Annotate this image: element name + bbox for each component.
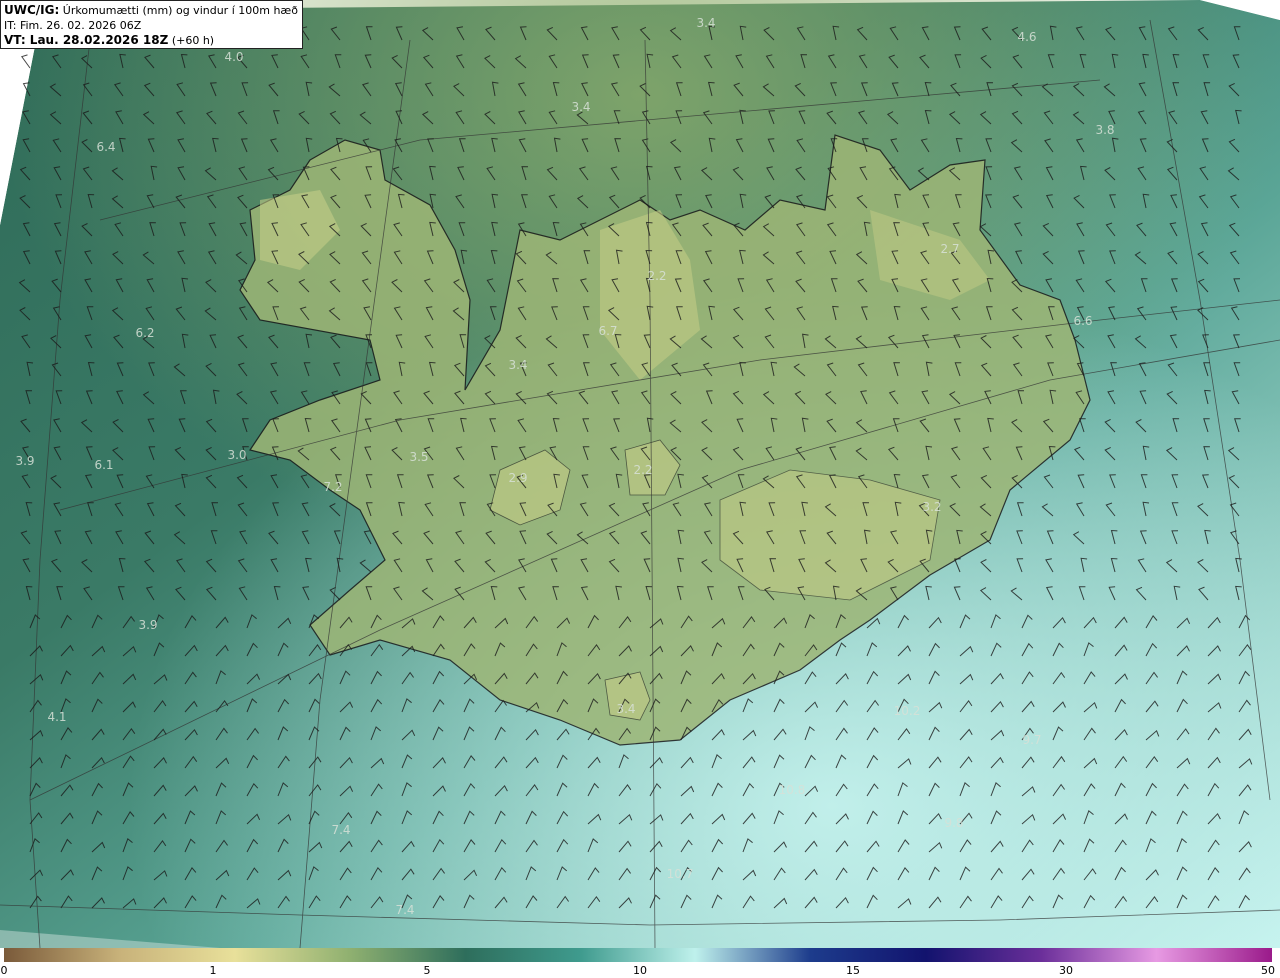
precip-value-label: 2.9: [508, 471, 528, 485]
colorbar-tick-label: 5: [423, 964, 431, 977]
precip-value-label: 3.2: [922, 500, 942, 514]
precip-value-label: 2.2: [647, 269, 667, 283]
precip-value-label: 6.7: [598, 324, 618, 338]
precip-value-label: 4.6: [1017, 30, 1037, 44]
product-label: UWC/IG:: [4, 3, 60, 17]
precip-value-label: 3.4: [571, 100, 591, 114]
precip-value-label: 3.4: [696, 16, 716, 30]
precip-value-label: 3.9: [138, 618, 158, 632]
precip-value-label: 3.4: [508, 358, 528, 372]
precip-value-label: 3.5: [409, 450, 429, 464]
precip-value-label: 6.4: [96, 140, 116, 154]
precip-value-label: 6.6: [1073, 314, 1093, 328]
precip-value-label: 3.4: [616, 702, 636, 716]
precip-value-label: 7.2: [323, 480, 343, 494]
valid-time: VT: Lau. 28.02.2026 18Z: [4, 33, 169, 47]
precip-value-label: 7.4: [331, 823, 351, 837]
precip-value-label: 3.0: [227, 448, 247, 462]
precip-value-label: 4.0: [224, 50, 244, 64]
issue-time: IT: Fim. 26. 02. 2026 06Z: [4, 19, 142, 32]
colorbar-tick-label: 0: [0, 964, 8, 977]
colorbar-scale: [4, 948, 1272, 962]
colorbar-tick-label: 50: [1261, 964, 1275, 977]
precip-value-label: 9.8: [944, 816, 964, 830]
precip-value-label: 3.9: [15, 454, 35, 468]
colorbar-legend: 0 1 5 10 15 30 50: [0, 948, 1280, 978]
precip-value-label: 7.4: [395, 903, 415, 917]
precip-value-label: 3.8: [1095, 123, 1115, 137]
map-title-box: UWC/IG: Úrkomumætti (mm) og vindur í 100…: [0, 0, 303, 49]
forecast-offset: (+60 h): [171, 34, 215, 47]
precip-value-label: 2.7: [940, 242, 960, 256]
colorbar-tick-label: 30: [1059, 964, 1073, 977]
description-label: Úrkomumætti (mm) og vindur í 100m hæð: [62, 4, 298, 17]
precip-value-label: 9.7: [1022, 733, 1042, 747]
colorbar-tick-label: 10: [633, 964, 647, 977]
precip-value-label: 4.1: [47, 710, 67, 724]
precip-value-label: 10.2: [893, 704, 921, 718]
colorbar-tick-label: 1: [209, 964, 217, 977]
precip-value-label: 10.7: [666, 867, 694, 881]
weather-map: 3.4 4.6 4.0 3.4 3.8 6.4 2.7 2.2 6.6 6.2 6.7 3.4 3.9 6…: [0, 0, 1280, 948]
precip-value-label: 10.8: [778, 783, 806, 797]
colorbar-tick-label: 15: [846, 964, 860, 977]
precip-value-label: 2.2: [633, 463, 653, 477]
precip-value-label: 6.2: [135, 326, 155, 340]
precip-value-label: 6.1: [94, 458, 114, 472]
